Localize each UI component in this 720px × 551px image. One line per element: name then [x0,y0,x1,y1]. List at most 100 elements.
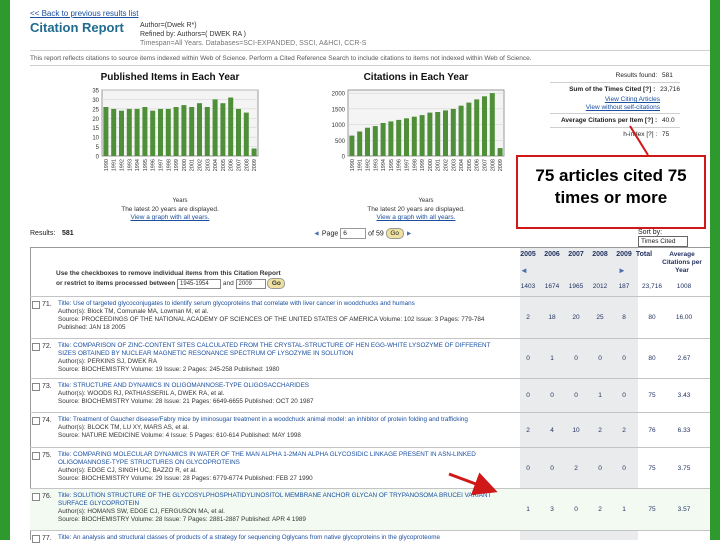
x-tick-label: 2009 [498,159,504,171]
record-authors: Author(s): HOMANS SW, EDGE CJ, FERGUSON … [58,508,225,515]
next-page-arrow[interactable]: ► [406,230,413,237]
x-tick-label: 1990 [350,159,356,171]
bar-2000 [181,105,187,156]
record-number: 73. [42,383,52,390]
sum-total: 23,716 [642,283,662,290]
sort-select[interactable]: Times Cited [638,236,688,247]
citations-chart-note: The latest 20 years are displayed. [367,206,465,213]
record-year-citations: 1 [550,355,554,362]
bar-2006 [228,97,234,156]
x-tick-label: 2001 [190,159,196,171]
record-title-link[interactable]: Title: Treatment of Gaucher disease/Fabr… [58,416,498,424]
record-year-citations: 25 [596,314,604,321]
record-total-citations: 76 [648,427,656,434]
record-year-citations: 0 [622,392,626,399]
record-average-citations: 16.00 [675,314,693,321]
h-index-label: h-index [?] : [623,131,658,138]
sort-label: Sort by: [638,229,663,236]
y-tick-label: 30 [92,98,99,104]
record-total-citations: 75 [648,392,656,399]
view-citing-articles-link[interactable]: View Citing Articles [605,96,660,103]
average-citations-label: Average Citations per Item [?] : [560,117,658,124]
bar-1997 [158,108,163,156]
record-text: Title: SOLUTION STRUCTURE OF THE GLYCOSY… [58,492,498,524]
year-col-2007: 2007 [568,251,584,258]
page-number-input[interactable]: 6 [340,228,367,239]
query-timespan: Timespan=All Years. Databases=SCI-EXPAND… [140,40,367,47]
remove-items-instruction: Use the checkboxes to remove individual … [56,270,281,277]
x-tick-label: 2005 [467,159,473,171]
record-year-citations: 0 [550,465,554,472]
right-frame-bar [710,0,720,540]
record-text: Title: Treatment of Gaucher disease/Fabr… [58,416,498,440]
record-checkbox[interactable] [32,301,40,309]
record-checkbox[interactable] [32,535,40,543]
record-title-link[interactable]: Title: COMPARISON OF ZINC-CONTENT SITES … [58,342,498,358]
view-without-self-citations-link[interactable]: View without self-citations [586,104,660,111]
record-title-link[interactable]: Title: SOLUTION STRUCTURE OF THE GLYCOSY… [58,492,498,508]
total-col-header: Total [635,251,653,258]
record-source: Source: BIOCHEMISTRY Volume: 28 Issue: 7… [58,516,306,523]
back-to-results-link[interactable]: << Back to previous results list [30,9,139,18]
record-row: 73. Title: STRUCTURE AND DYNAMICS IN OLIG… [30,378,710,413]
record-text: Title: COMPARING MOLECULAR DYNAMICS IN W… [58,451,498,483]
bar-1994 [134,108,140,156]
x-tick-label: 1992 [120,159,126,171]
citations-chart-svg: 0 500 1000 1500 2000 1990 1991 1992 1993 1994 1995… [332,89,505,204]
bar-2009 [497,148,503,156]
bar-2002 [443,110,448,156]
bar-1993 [126,108,132,156]
prev-years-arrow[interactable]: ◄ [520,266,528,275]
published-items-graph-link[interactable]: View a graph with all years. [70,214,270,221]
chart-plot-area [101,89,259,157]
citations-chart-title: Citations in Each Year [363,72,469,83]
bar-2009 [251,148,257,156]
x-tick-label: 2001 [436,159,442,171]
bar-2000 [427,112,433,156]
x-tick-label: 2007 [483,159,489,171]
x-tick-label: 2003 [451,159,457,171]
record-year-citations: 20 [572,314,580,321]
x-tick-label: 1998 [166,159,172,171]
bar-2005 [466,102,472,156]
next-years-arrow[interactable]: ► [618,266,626,275]
record-checkbox[interactable] [32,417,40,425]
y-tick-label: 25 [92,107,99,113]
bar-1998 [165,108,171,156]
record-checkbox[interactable] [32,493,40,501]
record-authors: Author(s): WOODS RJ, PATHIASSERIL A, DWE… [58,390,225,397]
sum-2005: 1403 [520,283,536,290]
y-tick-label: 1500 [332,107,346,113]
pager: ◄ Page 6 of 59 Go ► [313,228,413,239]
x-tick-label: 1994 [381,159,387,171]
record-title-link[interactable]: Title: Use of targeted glycoconjugates t… [58,300,498,308]
bar-2006 [474,99,480,156]
y-tick-label: 35 [92,89,99,95]
x-tick-label: 1999 [420,159,426,171]
bar-2008 [489,93,495,156]
results-count: 581 [62,230,74,237]
record-year-citations: 1 [526,506,530,513]
record-title-link[interactable]: Title: COMPARING MOLECULAR DYNAMICS IN W… [58,451,498,467]
record-average-citations: 3.43 [677,392,691,399]
record-checkbox[interactable] [32,383,40,391]
query-author: Author=(Dwek R*) [140,22,197,29]
chart-plot-area [347,89,505,157]
x-tick-label: 1995 [389,159,395,171]
x-tick-label: 1991 [112,159,118,171]
record-title-link[interactable]: Title: An analysis and structural classe… [58,534,498,542]
record-checkbox[interactable] [32,343,40,351]
table-top-border [30,247,710,248]
citations-graph-link[interactable]: View a graph with all years. [316,214,516,221]
published-items-chart-svg: 051015202530351990 1991 1992 1993 1994 1995 19… [92,89,259,204]
citations-chart: Citations in Each Year 0 500 1000 1500 2000 1… [316,70,516,230]
citation-report-page: << Back to previous results list Citatio… [26,0,710,543]
record-year-citations: 2 [574,465,578,472]
header-divider [30,50,710,51]
record-title-link[interactable]: Title: STRUCTURE AND DYNAMICS IN OLIGOMA… [58,382,498,390]
page-go-button[interactable]: Go [385,228,404,239]
bar-1997 [404,118,409,156]
record-checkbox[interactable] [32,452,40,460]
record-year-citations: 0 [574,355,578,362]
prev-page-arrow[interactable]: ◄ [313,230,320,237]
